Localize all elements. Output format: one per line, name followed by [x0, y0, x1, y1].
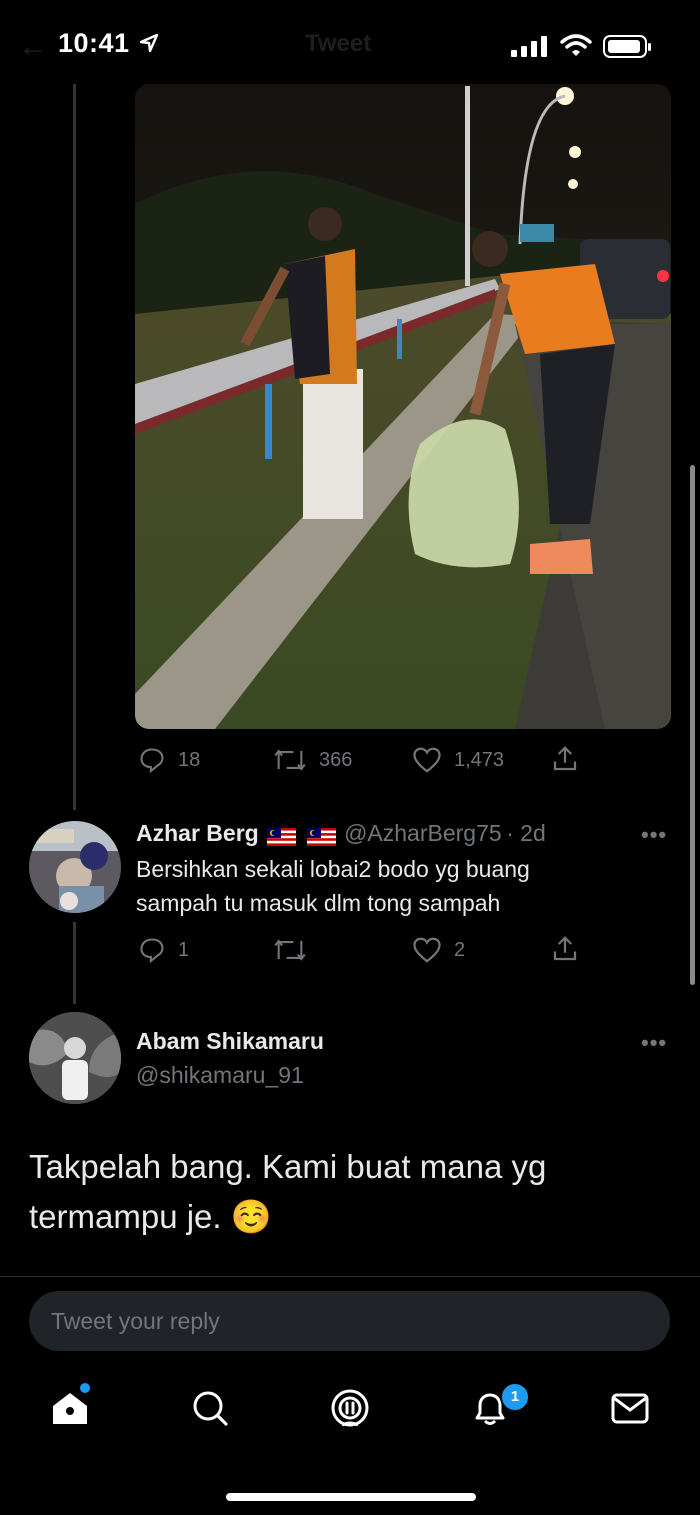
heart-icon: [413, 747, 441, 773]
smiling-face-emoji: ☺️: [230, 1198, 272, 1235]
like-count: 1,473: [454, 748, 505, 771]
reply-placeholder: Tweet your reply: [51, 1308, 220, 1334]
like-button[interactable]: 2: [412, 936, 465, 964]
scrollbar[interactable]: [690, 465, 695, 985]
timestamp: · 2d: [506, 820, 546, 846]
location-arrow-icon: [139, 33, 158, 53]
display-name[interactable]: Abam Shikamaru: [136, 1028, 324, 1055]
retweet-count: 366: [319, 748, 353, 771]
more-options-icon[interactable]: •••: [641, 1030, 667, 1056]
retweet-icon: [274, 939, 306, 961]
battery-icon: [603, 35, 653, 64]
share-button[interactable]: [550, 744, 592, 774]
malaysia-flag-icon: [267, 827, 297, 846]
notification-badge: 1: [500, 1382, 530, 1412]
like-button[interactable]: 1,473: [412, 746, 504, 774]
messages-envelope-icon[interactable]: [608, 1386, 652, 1430]
tweet-photo[interactable]: [135, 84, 671, 729]
page-title: Tweet: [305, 30, 372, 57]
more-options-icon[interactable]: •••: [641, 822, 667, 848]
divider: [0, 1276, 700, 1277]
cellular-signal-icon: [510, 36, 548, 63]
like-count: 2: [454, 938, 466, 961]
reply-header: Azhar Berg @AzharBerg75 · 2d: [136, 820, 546, 847]
status-time: 10:41: [58, 28, 160, 59]
thread-line: [73, 84, 76, 810]
heart-icon: [413, 937, 441, 963]
reply-icon: [140, 938, 164, 964]
spaces-icon[interactable]: [328, 1386, 372, 1430]
tweet-text: Takpelah bang. Kami buat mana yg termamp…: [29, 1148, 547, 1235]
new-content-dot: [80, 1383, 90, 1393]
reply-icon: [140, 748, 164, 774]
reply-count: 18: [178, 748, 201, 771]
home-indicator[interactable]: [226, 1493, 476, 1501]
share-icon: [553, 746, 577, 771]
share-button[interactable]: [550, 934, 592, 964]
reply-count: 1: [178, 938, 190, 961]
handle[interactable]: @shikamaru_91: [136, 1062, 304, 1089]
display-name[interactable]: Azhar Berg: [136, 820, 259, 846]
reply-input[interactable]: Tweet your reply: [29, 1291, 670, 1351]
reply-button[interactable]: 18: [138, 746, 200, 774]
reply-text: Bersihkan sekali lobai2 bodo yg buang sa…: [136, 856, 530, 916]
retweet-button[interactable]: 366: [273, 746, 352, 774]
share-icon: [553, 936, 577, 961]
reply-button[interactable]: 1: [138, 936, 189, 964]
retweet-button[interactable]: [273, 936, 319, 964]
avatar[interactable]: [29, 1012, 121, 1104]
malaysia-flag-icon: [306, 827, 336, 846]
back-arrow-icon[interactable]: ←: [18, 30, 48, 64]
wifi-icon: [560, 34, 592, 63]
retweet-icon: [274, 749, 306, 771]
handle[interactable]: @AzharBerg75: [344, 820, 502, 846]
avatar[interactable]: [29, 821, 121, 913]
thread-line: [73, 922, 76, 1004]
search-icon[interactable]: [188, 1386, 232, 1430]
